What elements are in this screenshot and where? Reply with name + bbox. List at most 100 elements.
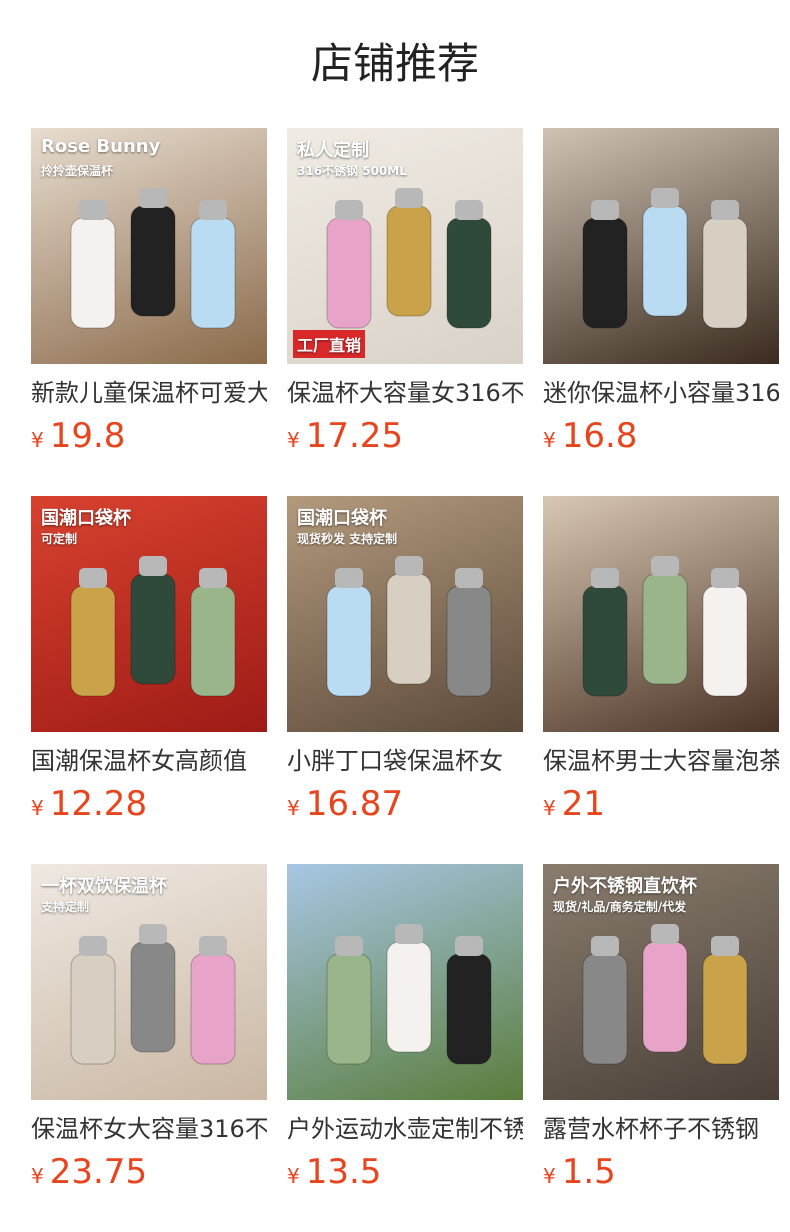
bottle-body [446, 953, 492, 1065]
bottle-cap [335, 936, 363, 956]
product-price: ¥1.5 [543, 1152, 779, 1198]
bottle-body [190, 217, 236, 329]
product-card[interactable]: 户外不锈钢直饮杯 现货/礼品/商务定制/代发露营水杯杯子不锈钢 ¥1.5 [543, 864, 779, 1198]
bottle-cap [591, 936, 619, 956]
product-image[interactable] [543, 496, 779, 732]
product-image[interactable]: 户外不锈钢直饮杯 现货/礼品/商务定制/代发 [543, 864, 779, 1100]
bottle-body [190, 585, 236, 697]
image-overlay-text: 现货/礼品/商务定制/代发 [553, 900, 687, 914]
product-card[interactable]: 国潮口袋杯可定制国潮保温杯女高颜值 ¥12.28 [31, 496, 267, 830]
price-value: 13.5 [305, 1152, 382, 1192]
bottle-body [702, 953, 748, 1065]
currency-symbol: ¥ [31, 428, 44, 452]
product-price: ¥16.8 [543, 416, 779, 462]
price-value: 1.5 [561, 1152, 616, 1192]
bottle-cap [455, 200, 483, 220]
product-name[interactable]: 新款儿童保温杯可爱大容量 [31, 376, 267, 410]
bottle-cap [335, 568, 363, 588]
price-value: 16.8 [561, 416, 638, 456]
product-card[interactable]: 保温杯男士大容量泡茶杯 ¥21 [543, 496, 779, 830]
image-overlay-text: 一杯双饮保温杯 [41, 876, 167, 897]
bottle-body [70, 217, 116, 329]
bottle-body [326, 585, 372, 697]
product-price: ¥13.5 [287, 1152, 523, 1198]
bottle-body [582, 217, 628, 329]
bottle-body [130, 941, 176, 1053]
image-overlay-text: 私人定制 [297, 140, 369, 161]
product-image[interactable]: 私人定制 316不锈钢 500ML 工厂直销 [287, 128, 523, 364]
product-card[interactable]: 私人定制 316不锈钢 500ML 工厂直销保温杯大容量女316不锈钢 ¥17.25 [287, 128, 523, 462]
bottle-cap [395, 924, 423, 944]
bottle-cap [711, 568, 739, 588]
currency-symbol: ¥ [287, 796, 300, 820]
bottle-body [642, 941, 688, 1053]
currency-symbol: ¥ [543, 796, 556, 820]
price-value: 12.28 [49, 784, 148, 824]
bottle-cap [455, 936, 483, 956]
price-value: 19.8 [49, 416, 126, 456]
product-image[interactable]: 国潮口袋杯现货秒发 支持定制 [287, 496, 523, 732]
bottle-body [130, 205, 176, 317]
bottle-illustration [326, 924, 492, 1065]
product-card[interactable]: Rose Bunny 拎拎壶保温杯新款儿童保温杯可爱大容量 ¥19.8 [31, 128, 267, 462]
product-price: ¥12.28 [31, 784, 267, 830]
product-name[interactable]: 迷你保温杯小容量316不锈钢 [543, 376, 779, 410]
product-name[interactable]: 小胖丁口袋保温杯女 [287, 744, 523, 778]
bottle-cap [711, 936, 739, 956]
bottle-body [386, 573, 432, 685]
product-price: ¥23.75 [31, 1152, 267, 1198]
image-overlay-text: 可定制 [41, 532, 78, 546]
product-name[interactable]: 国潮保温杯女高颜值 [31, 744, 267, 778]
bottle-body [642, 205, 688, 317]
product-name[interactable]: 保温杯大容量女316不锈钢 [287, 376, 523, 410]
currency-symbol: ¥ [287, 1164, 300, 1188]
product-image[interactable]: 一杯双饮保温杯 支持定制 [31, 864, 267, 1100]
product-price: ¥16.87 [287, 784, 523, 830]
bottle-cap [79, 568, 107, 588]
bottle-cap [591, 568, 619, 588]
bottle-cap [711, 200, 739, 220]
bottle-body [582, 953, 628, 1065]
price-value: 16.87 [305, 784, 404, 824]
product-name[interactable]: 保温杯男士大容量泡茶杯 [543, 744, 779, 778]
bottle-body [386, 941, 432, 1053]
image-overlay-text: 国潮口袋杯 [297, 508, 387, 529]
section-title: 店铺推荐 [310, 39, 479, 88]
bottle-cap [139, 556, 167, 576]
product-price: ¥19.8 [31, 416, 267, 462]
product-name[interactable]: 保温杯女大容量316不锈钢 [31, 1112, 267, 1146]
currency-symbol: ¥ [543, 1164, 556, 1188]
bottle-cap [651, 556, 679, 576]
image-overlay-text: 现货秒发 支持定制 [297, 532, 398, 546]
bottle-body [70, 585, 116, 697]
product-image-scene [287, 864, 523, 1100]
product-image[interactable] [287, 864, 523, 1100]
bottle-cap [199, 200, 227, 220]
image-overlay-text: 316不锈钢 500ML [297, 164, 407, 178]
product-card[interactable]: 迷你保温杯小容量316不锈钢 ¥16.8 [543, 128, 779, 462]
bottle-cap [139, 188, 167, 208]
bottle-illustration [582, 188, 748, 329]
image-overlay-text: 拎拎壶保温杯 [41, 164, 114, 178]
bottle-body [702, 585, 748, 697]
bottle-body [386, 205, 432, 317]
product-price: ¥17.25 [287, 416, 523, 462]
product-image[interactable]: Rose Bunny 拎拎壶保温杯 [31, 128, 267, 364]
currency-symbol: ¥ [31, 796, 44, 820]
bottle-body [130, 573, 176, 685]
bottle-cap [651, 924, 679, 944]
product-card[interactable]: 国潮口袋杯现货秒发 支持定制小胖丁口袋保温杯女 ¥16.87 [287, 496, 523, 830]
product-name[interactable]: 户外运动水壶定制不锈钢 [287, 1112, 523, 1146]
product-image[interactable]: 国潮口袋杯 可定制 [31, 496, 267, 732]
bottle-cap [455, 568, 483, 588]
bottle-cap [395, 188, 423, 208]
currency-symbol: ¥ [31, 1164, 44, 1188]
bottle-body [70, 953, 116, 1065]
product-card[interactable]: 一杯双饮保温杯支持定制保温杯女大容量316不锈钢 ¥23.75 [31, 864, 267, 1198]
bottle-cap [335, 200, 363, 220]
image-overlay-text: 国潮口袋杯 [41, 508, 131, 529]
product-name[interactable]: 露营水杯杯子不锈钢 [543, 1112, 779, 1146]
bottle-body [326, 217, 372, 329]
product-image[interactable] [543, 128, 779, 364]
product-card[interactable]: 户外运动水壶定制不锈钢 ¥13.5 [287, 864, 523, 1198]
